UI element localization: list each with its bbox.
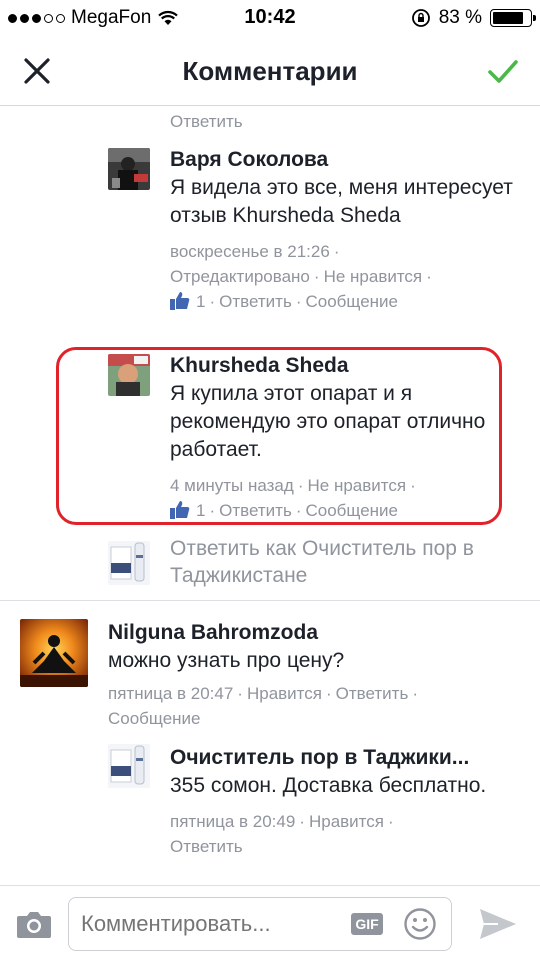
page-title: Комментарии <box>182 56 358 86</box>
reply-link[interactable]: Ответить <box>219 292 292 311</box>
page-avatar[interactable] <box>108 744 150 788</box>
message-link[interactable]: Сообщение <box>305 292 398 311</box>
avatar[interactable] <box>20 619 88 687</box>
edited-link[interactable]: Отредактировано <box>170 267 310 286</box>
battery-percent: 83 % <box>438 7 482 28</box>
orientation-lock-icon <box>411 9 430 27</box>
comment-text: Я купила этот опарат и я рекомендую это … <box>170 382 486 461</box>
timestamp[interactable]: пятница в 20:49 <box>170 812 295 831</box>
reply-link[interactable]: Ответить <box>170 837 243 856</box>
camera-icon[interactable] <box>16 909 52 939</box>
thread-divider <box>0 600 540 601</box>
navigation-bar: Комментарии <box>0 36 540 106</box>
comment-meta: пятница в 20:49 · Нравится · Ответить <box>170 812 394 856</box>
comment-author[interactable]: Khursheda Sheda <box>170 352 500 380</box>
like-link[interactable]: Нравится <box>247 684 322 703</box>
battery-icon <box>490 9 536 27</box>
comments-feed[interactable]: Ответить Варя Соколова Я видела это все,… <box>0 107 540 885</box>
avatar[interactable] <box>108 148 150 190</box>
comment-input[interactable] <box>81 911 336 937</box>
comment-author[interactable]: Очиститель пор в Таджики... <box>170 744 520 772</box>
checkmark-icon[interactable] <box>486 54 520 88</box>
comment-text: 355 сомон. Доставка бесплатно. <box>170 774 487 797</box>
comment: Варя Соколова Я видела это все, меня инт… <box>170 146 520 314</box>
like-count-icon <box>170 501 190 519</box>
comment: Nilguna Bahromzoda можно узнать про цену… <box>108 619 518 731</box>
timestamp[interactable]: воскресенье в 21:26 <box>170 242 330 261</box>
comment-text: можно узнать про цену? <box>108 649 345 672</box>
comment-meta: воскресенье в 21:26 · Отредактировано · Не … <box>170 242 432 311</box>
timestamp[interactable]: 4 минуты назад <box>170 476 294 495</box>
comment-meta: 4 минуты назад · Не нравится · 1 · Ответить · С… <box>170 476 416 520</box>
comment: Очиститель пор в Таджики... 355 сомон. Д… <box>170 744 520 859</box>
reply-as-page-input[interactable]: Ответить как Очиститель пор в Таджикиста… <box>170 535 520 589</box>
sticker-icon[interactable] <box>403 907 437 941</box>
unlike-link[interactable]: Не нравится <box>307 476 406 495</box>
like-link[interactable]: Нравится <box>309 812 384 831</box>
comment-text: Я видела это все, меня интересует отзыв … <box>170 176 513 227</box>
avatar[interactable] <box>108 354 150 396</box>
comment-input-box[interactable]: GIF <box>68 897 452 951</box>
message-link[interactable]: Сообщение <box>108 709 201 728</box>
unlike-link[interactable]: Не нравится <box>324 267 423 286</box>
reply-link[interactable]: Ответить <box>170 109 243 134</box>
message-link[interactable]: Сообщение <box>305 501 398 520</box>
reply-link[interactable]: Ответить <box>336 684 409 703</box>
timestamp[interactable]: пятница в 20:47 <box>108 684 233 703</box>
send-icon[interactable] <box>478 907 518 941</box>
gif-button[interactable]: GIF <box>351 913 383 935</box>
like-count-icon <box>170 292 190 310</box>
comment-meta: пятница в 20:47 · Нравится · Ответить · Сообщ… <box>108 684 418 728</box>
status-bar: MegaFon 10:42 83 % <box>0 0 540 36</box>
reply-link[interactable]: Ответить <box>219 501 292 520</box>
comment-author[interactable]: Nilguna Bahromzoda <box>108 619 518 647</box>
page-avatar <box>108 541 150 585</box>
comment-composer: GIF <box>0 885 540 960</box>
comment-author[interactable]: Варя Соколова <box>170 146 520 174</box>
comment: Khursheda Sheda Я купила этот опарат и я… <box>170 352 500 523</box>
